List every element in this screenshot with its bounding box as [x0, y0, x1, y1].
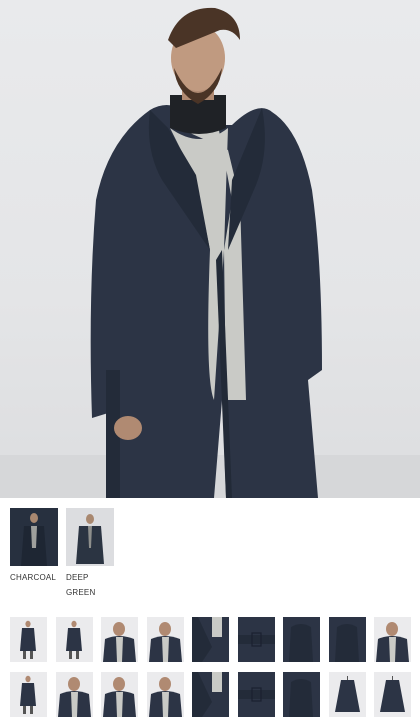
color-swatches: CHARCOAL DEEP GREEN	[10, 508, 114, 600]
thumbnail-full-front[interactable]	[10, 617, 47, 662]
thumbnail-pocket-detail[interactable]	[283, 617, 320, 662]
thumbnail-three-quarter[interactable]	[55, 672, 93, 717]
product-main-image[interactable]	[0, 0, 420, 498]
thumbnail-collar-detail[interactable]	[192, 617, 229, 662]
thumbnail-lapel-detail[interactable]	[192, 672, 229, 717]
thumbnail-walking-side[interactable]	[10, 672, 47, 717]
thumbnail-turtleneck-front[interactable]	[101, 617, 138, 662]
thumbnail-belt-detail[interactable]	[237, 617, 275, 662]
thumbnail-face-detail[interactable]	[146, 672, 184, 717]
swatch-charcoal-figure	[10, 508, 58, 566]
swatch-charcoal-image[interactable]	[10, 508, 58, 566]
swatch-deep-green-figure	[66, 508, 114, 566]
thumbnail-profile[interactable]	[146, 617, 184, 662]
thumbnail-coat-hanging[interactable]	[328, 672, 366, 717]
thumbnail-full-back[interactable]	[374, 617, 411, 662]
thumbnail-back[interactable]	[101, 672, 138, 717]
thumbnail-sleeve-detail[interactable]	[283, 672, 320, 717]
swatch-deep-green-image[interactable]	[66, 508, 114, 566]
model-wearing-coat-illustration	[0, 7, 420, 498]
thumbnail-grid	[10, 617, 411, 717]
swatch-charcoal-label: CHARCOAL	[10, 573, 57, 582]
thumbnail-coat-flat[interactable]	[328, 617, 366, 662]
thumbnail-walking[interactable]	[55, 617, 93, 662]
thumbnail-belt-close[interactable]	[237, 672, 275, 717]
swatch-deep-green[interactable]: DEEP GREEN	[66, 508, 114, 600]
swatch-charcoal[interactable]: CHARCOAL	[10, 508, 58, 600]
thumbnail-coat-back-flat[interactable]	[374, 672, 411, 717]
swatch-deep-green-label: DEEP GREEN	[66, 573, 96, 597]
hand	[114, 416, 142, 440]
